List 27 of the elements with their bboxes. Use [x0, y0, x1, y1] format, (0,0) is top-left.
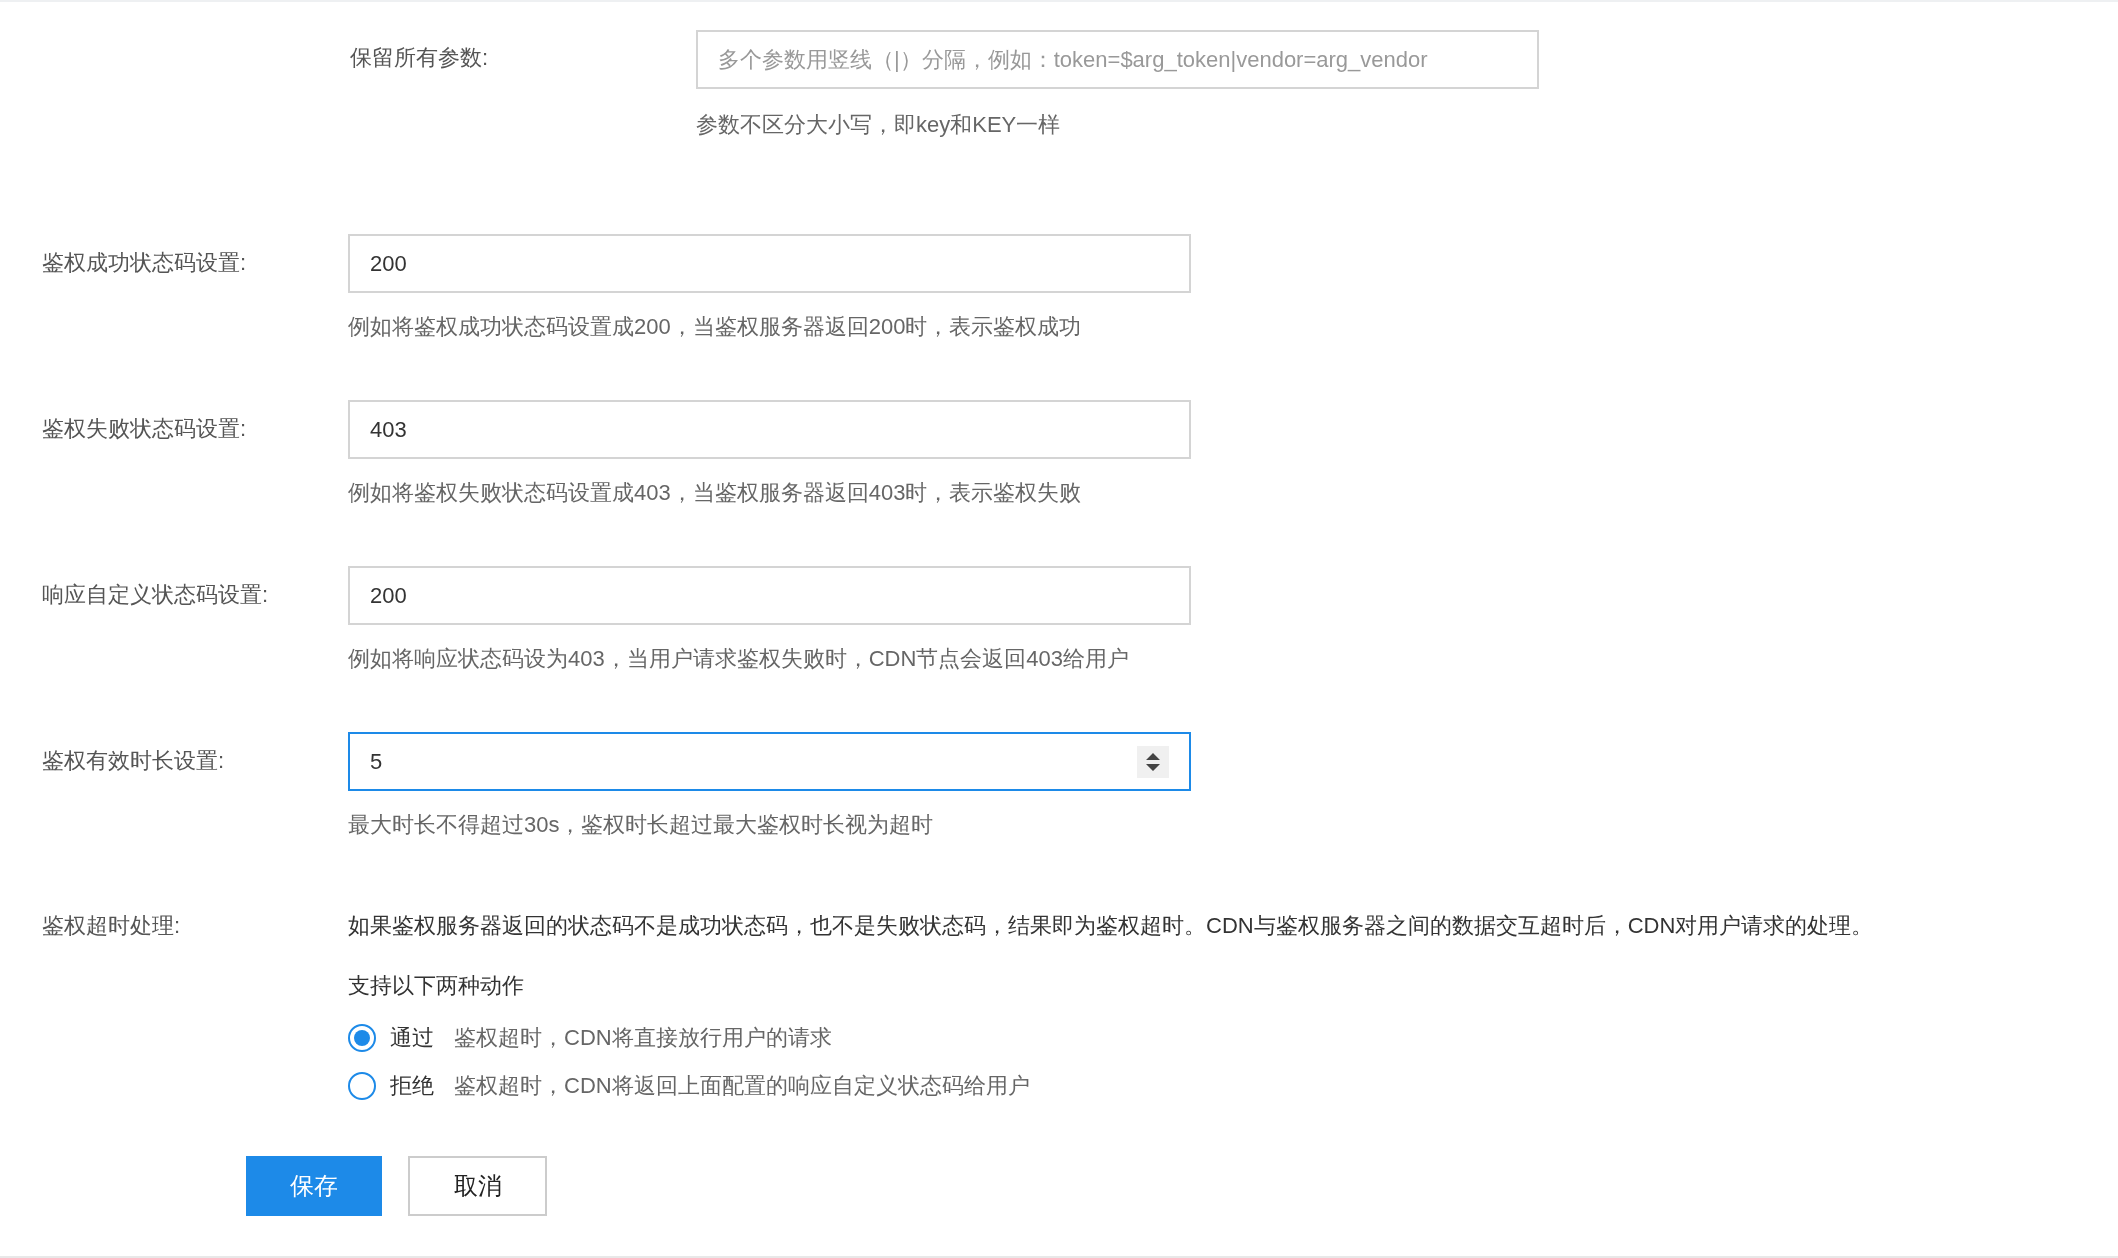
- field-hint: 最大时长不得超过30s，鉴权时长超过最大鉴权时长视为超时: [348, 811, 935, 839]
- field-label: 保留所有参数:: [350, 44, 490, 72]
- cancel-button[interactable]: 取消: [408, 1156, 547, 1216]
- radio-button[interactable]: [348, 1072, 376, 1100]
- option-description: 鉴权超时，CDN将返回上面配置的响应自定义状态码给用户: [454, 1072, 1030, 1100]
- subtitle-text: 支持以下两种动作: [348, 972, 525, 1000]
- radio-label[interactable]: 通过: [390, 1022, 434, 1054]
- field-hint: 例如将鉴权成功状态码设置成200，当鉴权服务器返回200时，表示鉴权成功: [348, 313, 1083, 341]
- text-input[interactable]: 403: [348, 400, 1191, 459]
- spinner-icon[interactable]: [1137, 745, 1169, 778]
- save-button[interactable]: 保存: [246, 1156, 382, 1216]
- text-input[interactable]: 200: [348, 566, 1191, 625]
- params-input[interactable]: 多个参数用竖线（|）分隔，例如：token=$arg_token|vendor=arg_vendor: [696, 30, 1539, 89]
- field-hint: 例如将响应状态码设为403，当用户请求鉴权失败时，CDN节点会返回403给用户: [348, 645, 1131, 673]
- field-label: 鉴权失败状态码设置:: [42, 415, 248, 443]
- radio-label[interactable]: 拒绝: [390, 1070, 434, 1102]
- field-hint: 例如将鉴权失败状态码设置成403，当鉴权服务器返回403时，表示鉴权失败: [348, 479, 1083, 507]
- option-description: 鉴权超时，CDN将直接放行用户的请求: [454, 1024, 832, 1052]
- number-input[interactable]: 5: [348, 732, 1191, 791]
- description-text: 如果鉴权服务器返回的状态码不是成功状态码，也不是失败状态码，结果即为鉴权超时。CDN与鉴权服务器之间的数据交互超时后，CDN对用户请求的处理。: [348, 912, 1874, 940]
- field-label: 响应自定义状态码设置:: [42, 581, 270, 609]
- field-hint: 参数不区分大小写，即key和KEY一样: [696, 111, 1062, 139]
- radio-button[interactable]: [348, 1024, 376, 1052]
- field-label: 鉴权超时处理:: [42, 912, 182, 940]
- text-input[interactable]: 200: [348, 234, 1191, 293]
- field-label: 鉴权成功状态码设置:: [42, 249, 248, 277]
- field-label: 鉴权有效时长设置:: [42, 747, 226, 775]
